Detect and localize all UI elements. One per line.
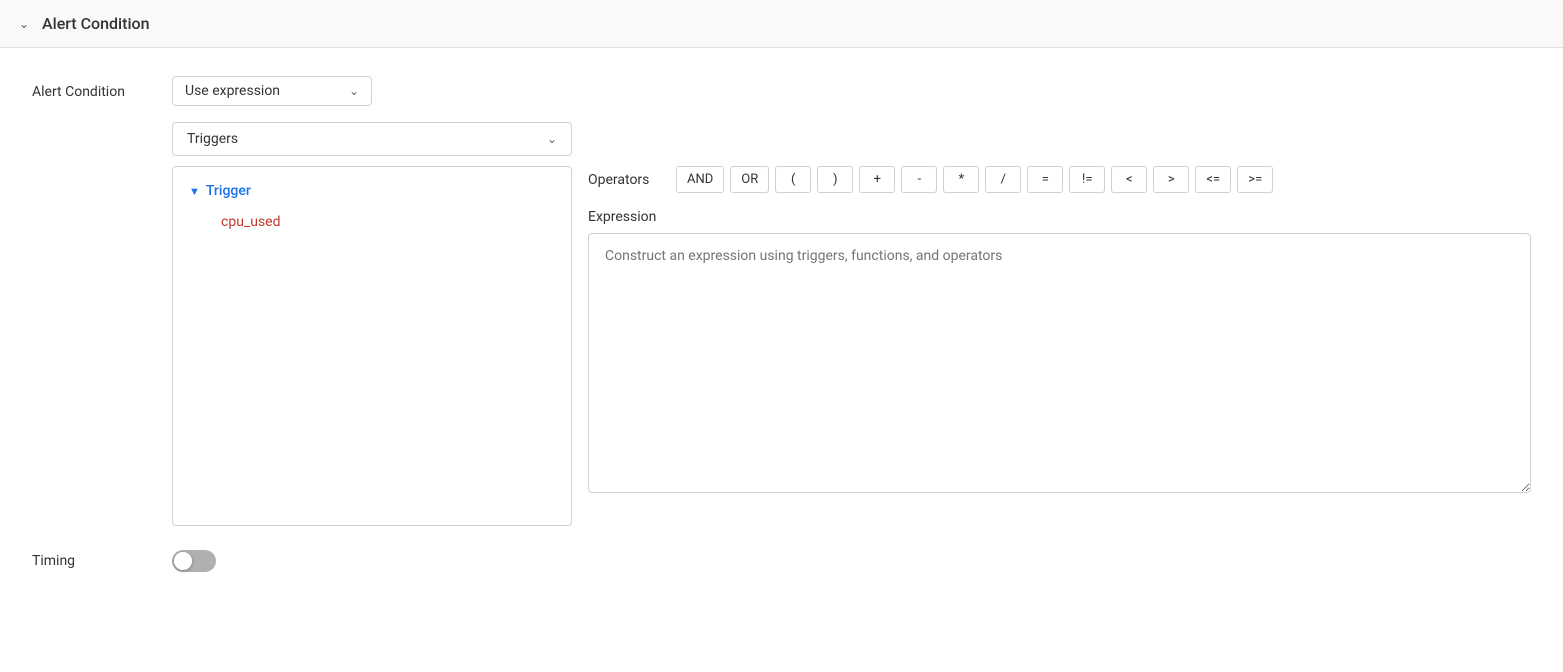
operator-button-_[interactable]: < bbox=[1111, 166, 1147, 193]
trigger-child-item[interactable]: cpu_used bbox=[221, 214, 281, 230]
operator-button-_[interactable]: - bbox=[901, 166, 937, 193]
timing-label: Timing bbox=[32, 553, 172, 569]
expression-panel: Operators ANDOR()+-*/=!=<><=>= Expressio… bbox=[572, 166, 1531, 526]
main-columns: ▼ Trigger cpu_used Operators ANDOR()+-*/… bbox=[172, 166, 1531, 526]
operator-buttons-container: ANDOR()+-*/=!=<><=>= bbox=[676, 166, 1273, 193]
operator-button-OR[interactable]: OR bbox=[730, 166, 769, 193]
alert-condition-row: Alert Condition Use expression ⌄ bbox=[32, 76, 1531, 106]
triggers-arrow-icon: ⌄ bbox=[547, 132, 557, 146]
toggle-track bbox=[172, 550, 216, 572]
operators-label: Operators bbox=[588, 172, 658, 188]
trigger-panel: ▼ Trigger cpu_used bbox=[172, 166, 572, 526]
trigger-expand-icon[interactable]: ▼ bbox=[189, 185, 200, 198]
alert-condition-arrow-icon: ⌄ bbox=[349, 84, 359, 98]
content-area: Alert Condition Use expression ⌄ Trigger… bbox=[0, 48, 1563, 600]
operator-button-_[interactable]: + bbox=[859, 166, 895, 193]
operator-button-_[interactable]: / bbox=[985, 166, 1021, 193]
page-container: ⌄ Alert Condition Alert Condition Use ex… bbox=[0, 0, 1563, 672]
operator-button-__[interactable]: <= bbox=[1195, 166, 1231, 193]
timing-toggle[interactable] bbox=[172, 550, 216, 572]
triggers-label: Triggers bbox=[187, 131, 535, 147]
section-title: Alert Condition bbox=[42, 14, 150, 33]
operator-button-_[interactable]: > bbox=[1153, 166, 1189, 193]
trigger-label: Trigger bbox=[206, 183, 251, 199]
expression-textarea[interactable] bbox=[588, 233, 1531, 493]
operator-button-_[interactable]: ) bbox=[817, 166, 853, 193]
triggers-dropdown[interactable]: Triggers ⌄ bbox=[172, 122, 572, 156]
operator-button-_[interactable]: = bbox=[1027, 166, 1063, 193]
alert-condition-dropdown[interactable]: Use expression ⌄ bbox=[172, 76, 372, 106]
toggle-thumb bbox=[174, 552, 192, 570]
trigger-child-container: cpu_used bbox=[221, 211, 555, 230]
operators-row: Operators ANDOR()+-*/=!=<><=>= bbox=[588, 166, 1531, 193]
operator-button-_[interactable]: * bbox=[943, 166, 979, 193]
section-header: ⌄ Alert Condition bbox=[0, 0, 1563, 48]
trigger-item: ▼ Trigger bbox=[189, 183, 555, 199]
alert-condition-label: Alert Condition bbox=[32, 76, 172, 100]
operator-button-AND[interactable]: AND bbox=[676, 166, 724, 193]
operator-button-__[interactable]: >= bbox=[1237, 166, 1273, 193]
triggers-row: Triggers ⌄ bbox=[172, 122, 1531, 156]
timing-row: Timing bbox=[32, 550, 1531, 572]
operator-button-__[interactable]: != bbox=[1069, 166, 1105, 193]
expression-label: Expression bbox=[588, 209, 1531, 225]
collapse-icon[interactable]: ⌄ bbox=[16, 16, 32, 32]
alert-condition-value: Use expression bbox=[185, 83, 337, 99]
operator-button-_[interactable]: ( bbox=[775, 166, 811, 193]
